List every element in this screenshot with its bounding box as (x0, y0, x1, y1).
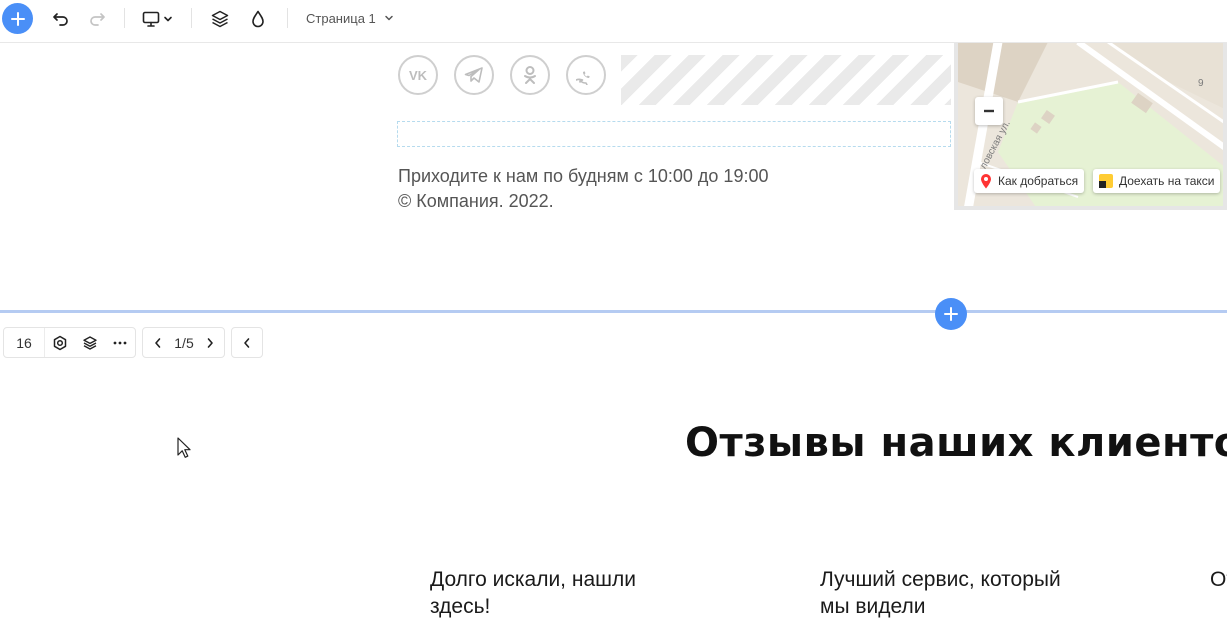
map-zoom-out-button[interactable] (975, 97, 1003, 125)
toolbar-divider (124, 8, 125, 28)
viber-icon (576, 71, 590, 85)
minus-icon (984, 109, 994, 113)
editor-toolbar: Страница 1 (0, 0, 1227, 43)
review-heading: От (1210, 566, 1227, 593)
vk-icon: VK (408, 67, 428, 83)
map-house-number: 9 (1198, 78, 1204, 89)
page-select-label: Страница 1 (306, 10, 376, 26)
add-button[interactable] (2, 3, 33, 34)
next-slide-button[interactable] (199, 328, 221, 357)
map-route-button[interactable]: Как добраться (974, 169, 1085, 193)
drop-icon (252, 10, 264, 28)
footer-text: Приходите к нам по будням с 10:00 до 19:… (398, 164, 768, 214)
settings-icon (53, 335, 67, 350)
redo-button[interactable] (86, 8, 108, 30)
block-number[interactable]: 16 (4, 328, 45, 357)
plus-icon (10, 11, 25, 26)
block-layers-button[interactable] (75, 328, 105, 357)
layers-icon (83, 335, 97, 350)
redo-icon (90, 13, 105, 26)
collapse-button[interactable] (232, 328, 262, 357)
social-link-viber[interactable] (566, 55, 606, 95)
social-link-odnoklassniki[interactable] (510, 55, 550, 95)
block-settings-button[interactable] (45, 328, 75, 357)
review-heading-line: Лучший сервис, который (820, 568, 1061, 591)
review-heading-line: мы видели (820, 595, 926, 618)
map-widget[interactable]: 9 ловская ул. Как добраться Доехать на т… (954, 42, 1227, 210)
opening-hours: Приходите к нам по будням с 10:00 до 19:… (398, 166, 769, 186)
chevron-left-icon (155, 337, 161, 348)
toolbar-divider (191, 8, 192, 28)
social-link-vk[interactable]: VK (398, 55, 438, 95)
review-heading-line: Долго искали, нашли (430, 568, 636, 591)
odnoklassniki-icon (524, 66, 536, 84)
map-taxi-button[interactable]: Доехать на такси (1093, 169, 1221, 193)
section-divider (0, 310, 1227, 313)
slide-pager: 1/5 (142, 327, 225, 358)
styles-button[interactable] (247, 8, 269, 30)
review-heading-line: От (1210, 568, 1227, 591)
review-heading-line: здесь! (430, 595, 491, 618)
monitor-icon (142, 11, 160, 27)
review-heading: Долго искали, нашли здесь! (430, 566, 636, 620)
prev-slide-button[interactable] (147, 328, 169, 357)
undo-icon (53, 13, 68, 26)
layers-icon (211, 10, 229, 28)
reviews-title: Отзывы наших клиентов (685, 420, 1227, 466)
taxi-icon (1099, 174, 1113, 188)
copyright: © Компания. 2022. (398, 191, 554, 211)
mouse-cursor-icon (177, 437, 191, 458)
device-select[interactable] (141, 8, 177, 30)
map-taxi-label: Доехать на такси (1119, 174, 1215, 188)
chevron-left-icon (244, 337, 250, 348)
image-placeholder[interactable] (621, 55, 951, 105)
layers-button[interactable] (209, 8, 231, 30)
block-more-button[interactable] (105, 328, 135, 357)
collapse-panel (231, 327, 263, 358)
review-heading: Лучший сервис, который мы видели (820, 566, 1061, 620)
telegram-icon (464, 67, 483, 83)
map-pin-icon (981, 174, 991, 189)
chevron-right-icon (207, 337, 213, 348)
chevron-down-icon (385, 15, 393, 21)
more-icon (113, 341, 127, 344)
toolbar-divider (287, 8, 288, 28)
slide-counter: 1/5 (174, 334, 194, 351)
add-section-button[interactable] (935, 298, 967, 330)
plus-icon (944, 307, 958, 321)
block-toolbar: 16 (3, 327, 136, 358)
chevron-down-icon (164, 16, 172, 22)
social-link-telegram[interactable] (454, 55, 494, 95)
page-select[interactable]: Страница 1 (306, 8, 394, 28)
empty-element-placeholder[interactable] (397, 121, 951, 147)
undo-button[interactable] (50, 8, 72, 30)
map-route-label: Как добраться (998, 174, 1079, 188)
